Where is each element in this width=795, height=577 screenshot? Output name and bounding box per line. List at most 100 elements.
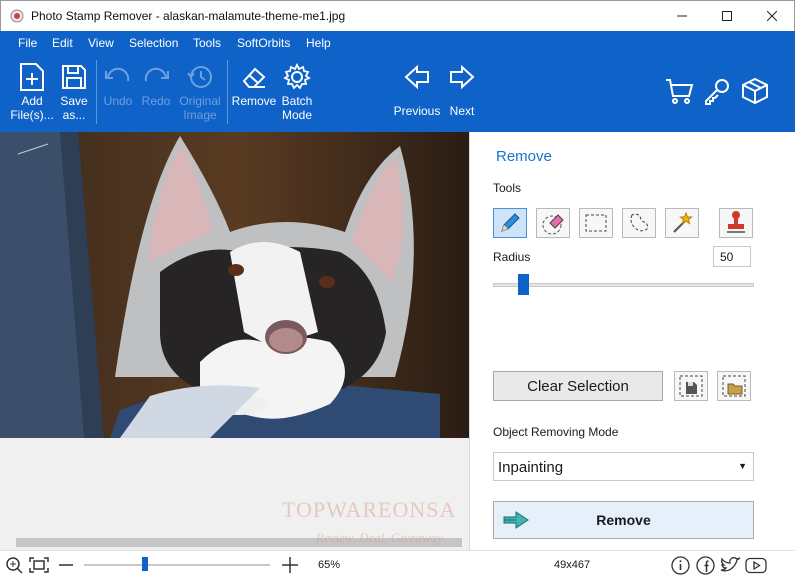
original-image-button[interactable]: Original Image (176, 54, 224, 132)
ribbon-separator (227, 60, 228, 124)
window-title: Photo Stamp Remover - alaskan-malamute-t… (31, 9, 346, 23)
cart-button[interactable] (661, 54, 697, 132)
add-files-button[interactable]: Add File(s)... (8, 54, 56, 132)
menu-help[interactable]: Help (306, 36, 331, 50)
chevron-down-icon: ▼ (738, 461, 747, 471)
load-selection-button[interactable] (717, 371, 751, 401)
menu-tools[interactable]: Tools (193, 36, 221, 50)
mode-label: Object Removing Mode (493, 425, 619, 439)
save-icon (58, 60, 90, 94)
zoom-slider-thumb[interactable] (141, 557, 148, 571)
eraser-tool[interactable] (536, 208, 570, 238)
info-icon (670, 555, 690, 575)
undo-icon (102, 60, 134, 94)
lasso-icon (630, 213, 649, 232)
pencil-icon (501, 213, 520, 232)
maximize-icon (722, 11, 732, 21)
radius-label: Radius (493, 250, 531, 264)
maximize-button[interactable] (704, 1, 750, 31)
ribbon-toolbar: Add File(s)... Save as... Undo Redo Orig… (0, 54, 795, 132)
remove-panel: Remove Tools Radius 50 Clear Selection O… (471, 132, 795, 550)
zoom-search-button[interactable] (4, 555, 24, 575)
watermark-text: TOPWAREONSA (282, 497, 457, 522)
save-selection-icon (679, 375, 703, 397)
panel-title: Remove (496, 148, 552, 165)
app-icon (10, 9, 24, 23)
facebook-button[interactable] (695, 555, 715, 575)
facebook-icon (695, 555, 715, 575)
menu-selection[interactable]: Selection (129, 36, 178, 50)
radius-slider[interactable] (493, 283, 754, 287)
batch-mode-button[interactable]: Batch Mode (278, 54, 316, 132)
menu-softorbits[interactable]: SoftOrbits (237, 36, 290, 50)
twitter-icon (720, 557, 741, 572)
history-icon (184, 60, 216, 94)
zoom-out-button[interactable] (56, 555, 76, 575)
next-button[interactable]: Next (444, 54, 480, 132)
youtube-button[interactable] (744, 555, 768, 575)
photo-image (0, 132, 469, 438)
youtube-icon (745, 557, 767, 573)
image-dimensions: 49x467 (554, 559, 591, 571)
close-button[interactable] (749, 1, 795, 31)
remove-button[interactable]: Remove (493, 501, 754, 539)
box-icon (739, 74, 771, 108)
key-button[interactable] (699, 54, 735, 132)
minus-icon (59, 564, 73, 566)
title-bar: Photo Stamp Remover - alaskan-malamute-t… (0, 0, 795, 31)
zoom-percentage: 65% (318, 559, 341, 571)
close-icon (767, 11, 777, 21)
save-selection-button[interactable] (674, 371, 708, 401)
watermark-subtext: Review, Deal, Giveaway (316, 530, 443, 545)
eraser-icon (238, 60, 270, 94)
add-file-icon (16, 60, 48, 94)
fit-to-window-button[interactable] (28, 555, 50, 575)
radius-slider-thumb[interactable] (518, 274, 529, 295)
arrow-left-icon (401, 60, 433, 94)
clear-selection-button[interactable]: Clear Selection (493, 371, 663, 401)
zoom-slider[interactable] (84, 564, 270, 566)
zoom-in-button[interactable] (280, 555, 300, 575)
remove-button-label: Remove (596, 512, 651, 528)
remove-ribbon-button[interactable]: Remove (230, 54, 278, 132)
gear-icon (281, 60, 313, 94)
zoom-icon (6, 557, 23, 574)
eraser-select-icon (542, 214, 564, 235)
pencil-tool[interactable] (493, 208, 527, 238)
fit-icon (29, 557, 49, 573)
mode-value: Inpainting (498, 459, 564, 476)
menu-bar: File Edit View Selection Tools SoftOrbit… (0, 31, 795, 54)
status-bar: 65% 49x467 (0, 550, 795, 577)
cart-icon (663, 74, 695, 108)
previous-button[interactable]: Previous (393, 54, 441, 132)
twitter-button[interactable] (719, 555, 741, 575)
removing-mode-select[interactable]: Inpainting ▼ (493, 452, 754, 481)
ribbon-separator (96, 60, 97, 124)
image-canvas[interactable] (0, 132, 470, 550)
radius-input[interactable]: 50 (713, 246, 751, 267)
plus-icon (282, 557, 298, 573)
key-icon (701, 74, 733, 108)
rectangle-select-tool[interactable] (579, 208, 613, 238)
minimize-icon (677, 15, 687, 17)
rectangle-select-icon (585, 214, 607, 232)
arrow-right-icon (446, 60, 478, 94)
menu-view[interactable]: View (88, 36, 114, 50)
tools-label: Tools (493, 181, 522, 195)
magic-wand-tool[interactable] (665, 208, 699, 238)
redo-icon (140, 60, 172, 94)
magic-wand-icon (673, 211, 693, 233)
undo-button[interactable]: Undo (100, 54, 136, 132)
stamp-icon (727, 211, 745, 233)
menu-edit[interactable]: Edit (52, 36, 73, 50)
stamp-tool[interactable] (719, 208, 753, 238)
menu-file[interactable]: File (18, 36, 37, 50)
save-as-button[interactable]: Save as... (56, 54, 92, 132)
box-button[interactable] (737, 54, 773, 132)
minimize-button[interactable] (659, 1, 705, 31)
redo-button[interactable]: Redo (138, 54, 174, 132)
lasso-tool[interactable] (622, 208, 656, 238)
load-selection-icon (722, 375, 746, 397)
info-button[interactable] (670, 555, 690, 575)
remove-arrow-icon (503, 511, 529, 529)
